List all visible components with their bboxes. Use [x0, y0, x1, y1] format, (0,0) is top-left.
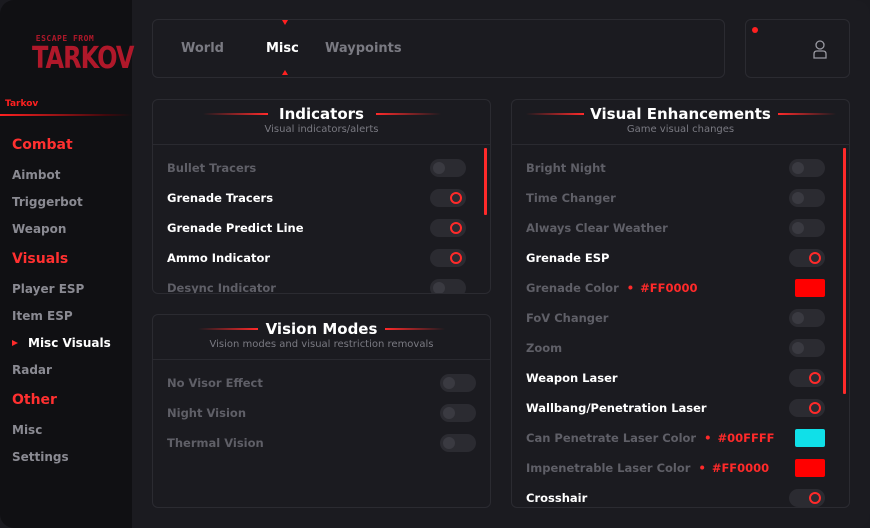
- brand-label: Tarkov: [5, 99, 39, 109]
- nav-section-visuals: Visuals: [12, 251, 69, 267]
- status-dot: [752, 27, 758, 33]
- row-impenetrable-laser-color: Impenetrable Laser Color • #FF0000: [526, 461, 769, 475]
- nav-item-aimbot[interactable]: Aimbot: [12, 168, 60, 182]
- grenade-color-hex: #FF0000: [640, 281, 698, 295]
- row-bullet-tracers-label: Bullet Tracers: [167, 161, 257, 175]
- impenetrable-laser-color-swatch[interactable]: [795, 459, 825, 477]
- can-penetrate-laser-color-hex: #00FFFF: [717, 431, 775, 445]
- nav-item-settings[interactable]: Settings: [12, 450, 69, 464]
- nav-section-other: Other: [12, 392, 57, 408]
- crosshair-toggle[interactable]: [789, 489, 825, 507]
- title-line-right: [376, 113, 441, 115]
- row-always-clear-weather-label: Always Clear Weather: [526, 221, 668, 235]
- active-arrow-icon: [12, 340, 18, 346]
- grenade-predict-line-toggle[interactable]: [430, 219, 466, 237]
- row-no-visor-effect-label: No Visor Effect: [167, 376, 263, 390]
- row-wallbang-laser-label: Wallbang/Penetration Laser: [526, 401, 707, 415]
- no-visor-effect-toggle[interactable]: [440, 374, 476, 392]
- indicators-subtitle: Visual indicators/alerts: [264, 124, 379, 135]
- bullet-tracers-toggle[interactable]: [430, 159, 466, 177]
- app-window: ESCAPE FROM TARKOV Tarkov Combat Aimbot …: [0, 0, 870, 528]
- bright-night-toggle[interactable]: [789, 159, 825, 177]
- row-time-changer-label: Time Changer: [526, 191, 616, 205]
- always-clear-weather-toggle[interactable]: [789, 219, 825, 237]
- tab-world[interactable]: World: [181, 41, 224, 56]
- indicators-list: Bullet Tracers Grenade Tracers Grenade P…: [153, 145, 490, 293]
- profile-box: [745, 19, 850, 78]
- nav-section-combat: Combat: [12, 137, 73, 153]
- row-zoom-label: Zoom: [526, 341, 563, 355]
- grenade-color-swatch[interactable]: [795, 279, 825, 297]
- grenade-color-label: Grenade Color: [526, 281, 619, 295]
- bullet-icon: •: [704, 431, 712, 445]
- nav-item-radar[interactable]: Radar: [12, 363, 52, 377]
- visual-enhancements-panel: Visual Enhancements Game visual changes …: [511, 99, 850, 508]
- weapon-laser-toggle[interactable]: [789, 369, 825, 387]
- ammo-indicator-toggle[interactable]: [430, 249, 466, 267]
- row-fov-changer-label: FoV Changer: [526, 311, 609, 325]
- grenade-esp-toggle[interactable]: [789, 249, 825, 267]
- nav-item-misc[interactable]: Misc: [12, 423, 42, 437]
- vision-modes-subtitle: Vision modes and visual restriction remo…: [209, 339, 434, 350]
- title-line-right: [385, 328, 445, 330]
- zoom-toggle[interactable]: [789, 339, 825, 357]
- row-thermal-vision-label: Thermal Vision: [167, 436, 264, 450]
- impenetrable-laser-color-hex: #FF0000: [711, 461, 770, 475]
- logo-main-text: TARKOV: [32, 40, 134, 76]
- bullet-icon: •: [626, 281, 635, 295]
- bullet-icon: •: [698, 461, 706, 475]
- vision-modes-panel: Vision Modes Vision modes and visual res…: [152, 314, 491, 508]
- divider: [153, 359, 490, 360]
- user-icon[interactable]: [813, 39, 827, 59]
- tab-misc[interactable]: Misc: [266, 41, 299, 56]
- nav-item-item-esp[interactable]: Item ESP: [12, 309, 73, 323]
- nav-item-player-esp[interactable]: Player ESP: [12, 282, 84, 296]
- tab-active-bottom-marker-icon: [282, 70, 288, 75]
- impenetrable-laser-color-label: Impenetrable Laser Color: [526, 461, 691, 475]
- visual-enhancements-subtitle: Game visual changes: [626, 124, 735, 135]
- thermal-vision-toggle[interactable]: [440, 434, 476, 452]
- row-bright-night-label: Bright Night: [526, 161, 606, 175]
- row-can-penetrate-laser-color: Can Penetrate Laser Color • #00FFFF: [526, 431, 775, 445]
- title-line-right: [778, 113, 836, 115]
- night-vision-toggle[interactable]: [440, 404, 476, 422]
- can-penetrate-laser-color-label: Can Penetrate Laser Color: [526, 431, 697, 445]
- indicators-panel: Indicators Visual indicators/alerts Bull…: [152, 99, 491, 294]
- sidebar: ESCAPE FROM TARKOV Tarkov Combat Aimbot …: [0, 0, 134, 528]
- can-penetrate-laser-color-swatch[interactable]: [795, 429, 825, 447]
- grenade-tracers-toggle[interactable]: [430, 189, 466, 207]
- nav-item-misc-visuals[interactable]: Misc Visuals: [28, 336, 111, 350]
- row-grenade-color: Grenade Color • #FF0000: [526, 281, 697, 295]
- row-crosshair-label: Crosshair: [526, 491, 588, 505]
- row-weapon-laser-label: Weapon Laser: [526, 371, 618, 385]
- logo: ESCAPE FROM TARKOV: [32, 34, 134, 80]
- desync-indicator-toggle[interactable]: [430, 279, 466, 293]
- row-night-vision-label: Night Vision: [167, 406, 247, 420]
- brand-divider: [0, 114, 132, 116]
- enhancements-list: Bright Night Time Changer Always Clear W…: [512, 145, 849, 507]
- nav-item-weapon[interactable]: Weapon: [12, 222, 66, 236]
- row-grenade-predict-line-label: Grenade Predict Line: [167, 221, 304, 235]
- tab-bar: World Misc Waypoints: [152, 19, 725, 78]
- tab-active-top-marker-icon: [282, 20, 288, 25]
- tab-waypoints[interactable]: Waypoints: [325, 41, 402, 56]
- row-ammo-indicator-label: Ammo Indicator: [167, 251, 271, 265]
- time-changer-toggle[interactable]: [789, 189, 825, 207]
- row-desync-indicator-label: Desync Indicator: [167, 281, 276, 293]
- fov-changer-toggle[interactable]: [789, 309, 825, 327]
- wallbang-laser-toggle[interactable]: [789, 399, 825, 417]
- nav-item-triggerbot[interactable]: Triggerbot: [12, 195, 83, 209]
- row-grenade-esp-label: Grenade ESP: [526, 251, 610, 265]
- row-grenade-tracers-label: Grenade Tracers: [167, 191, 274, 205]
